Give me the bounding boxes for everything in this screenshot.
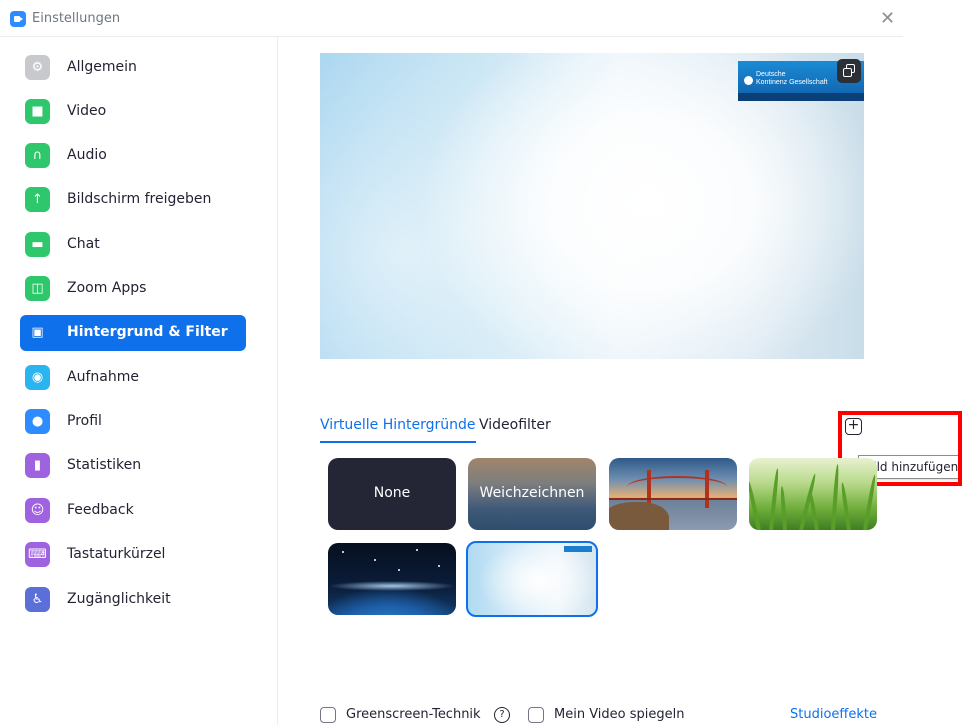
greenscreen-label: Greenscreen-Technik (346, 707, 481, 722)
mirror-video-label: Mein Video spiegeln (554, 707, 685, 722)
restore-window-icon[interactable] (837, 59, 861, 83)
sidebar-item-label: Hintergrund & Filter (67, 324, 228, 340)
keyboard-icon: ⌨ (25, 542, 50, 567)
sidebar-item-accessibility[interactable]: ♿ Zugänglichkeit (20, 582, 246, 618)
apps-icon: ◫ (25, 276, 50, 301)
zoom-app-icon (10, 11, 26, 27)
sidebar-item-allgemein[interactable]: ⚙ Allgemein (20, 50, 246, 86)
sidebar-item-label: Chat (67, 236, 100, 252)
background-thumb-blur[interactable]: Weichzeichnen (468, 458, 596, 530)
background-thumb-none[interactable]: None (328, 458, 456, 530)
gear-icon: ⚙ (25, 55, 50, 80)
background-options: Greenscreen-Technik ? Mein Video spiegel… (320, 707, 880, 725)
sidebar-item-label: Aufnahme (67, 369, 139, 385)
sidebar-item-label: Zoom Apps (67, 280, 147, 296)
sidebar-item-label: Tastaturkürzel (67, 546, 166, 562)
share-screen-icon: ↑ (25, 187, 50, 212)
sidebar-item-label: Video (67, 103, 107, 119)
sidebar-item-label: Feedback (67, 502, 134, 518)
sidebar-item-chat[interactable]: ▬ Chat (20, 227, 246, 263)
thumb-label: None (373, 485, 411, 501)
sidebar-item-label: Bildschirm freigeben (67, 191, 212, 207)
sidebar-item-label: Statistiken (67, 457, 142, 473)
feedback-icon: ☺ (25, 498, 50, 523)
studio-effects-link[interactable]: Studioeffekte (790, 707, 877, 722)
accessibility-icon: ♿ (25, 587, 50, 612)
sidebar-item-zoom-apps[interactable]: ◫ Zoom Apps (20, 271, 246, 307)
record-icon: ◉ (25, 365, 50, 390)
tab-virtual-backgrounds[interactable]: Virtuelle Hintergründe (320, 417, 476, 443)
sidebar-item-audio[interactable]: ∩ Audio (20, 138, 246, 174)
mini-logo (564, 546, 592, 552)
mirror-video-checkbox[interactable] (528, 707, 544, 723)
settings-sidebar: ⚙ Allgemein ■ Video ∩ Audio ↑ Bildschirm… (0, 37, 278, 725)
logo-text-line2: Kontinenz Gesellschaft (756, 79, 828, 86)
sidebar-item-recording[interactable]: ◉ Aufnahme (20, 360, 246, 396)
logo-text-line1: Deutsche (756, 71, 786, 78)
sidebar-item-feedback[interactable]: ☺ Feedback (20, 493, 246, 529)
sidebar-item-background-filter[interactable]: ▣ Hintergrund & Filter (20, 315, 246, 351)
logo-mark-icon (744, 76, 753, 85)
help-icon[interactable]: ? (494, 707, 510, 723)
title-bar: Einstellungen ✕ (0, 0, 903, 37)
background-filter-icon: ▣ (31, 325, 44, 340)
video-camera-icon: ■ (25, 99, 50, 124)
window-title: Einstellungen (32, 11, 121, 26)
tab-video-filters[interactable]: Videofilter (479, 417, 551, 443)
sidebar-item-label: Zugänglichkeit (67, 591, 171, 607)
sidebar-item-label: Audio (67, 147, 107, 163)
background-thumb-custom-selected[interactable] (466, 541, 598, 617)
greenscreen-checkbox[interactable] (320, 707, 336, 723)
sidebar-item-share-screen[interactable]: ↑ Bildschirm freigeben (20, 182, 246, 218)
settings-content: Deutsche Kontinenz Gesellschaft Virtuell… (279, 37, 962, 725)
chat-bubble-icon: ▬ (25, 232, 50, 257)
sidebar-item-statistics[interactable]: ▮ Statistiken (20, 448, 246, 484)
logo-stripe (738, 93, 864, 101)
sidebar-item-label: Allgemein (67, 59, 137, 75)
sidebar-item-label: Profil (67, 413, 102, 429)
background-thumb-earth[interactable] (328, 543, 456, 615)
headphones-icon: ∩ (25, 143, 50, 168)
sidebar-item-profile[interactable]: ● Profil (20, 404, 246, 440)
sidebar-item-video[interactable]: ■ Video (20, 94, 246, 130)
sidebar-item-keyboard-shortcuts[interactable]: ⌨ Tastaturkürzel (20, 537, 246, 573)
background-thumb-grass[interactable] (749, 458, 877, 530)
thumb-label: Weichzeichnen (479, 485, 585, 501)
close-icon[interactable]: ✕ (880, 8, 895, 29)
background-thumb-golden-gate[interactable] (609, 458, 737, 530)
video-preview: Deutsche Kontinenz Gesellschaft (320, 53, 864, 359)
profile-icon: ● (25, 409, 50, 434)
statistics-icon: ▮ (25, 453, 50, 478)
